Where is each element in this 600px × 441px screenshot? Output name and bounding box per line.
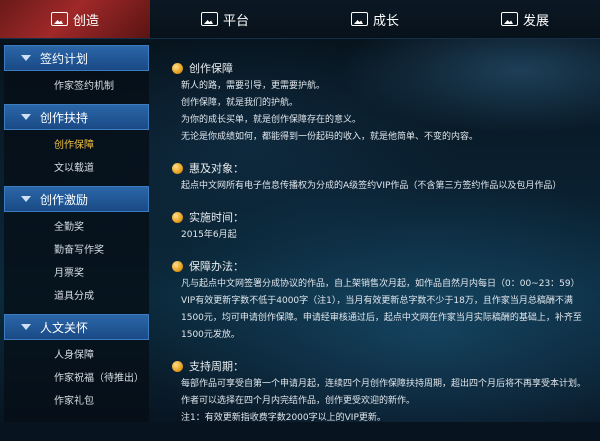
- sidebar-item-monthly-ticket-award[interactable]: 月票奖: [4, 262, 149, 285]
- chevron-down-icon: [21, 55, 31, 61]
- section-body: 起点中文网所有电子信息传播权为分成的A级签约VIP作品（不含第三方签约作品以及包…: [172, 178, 592, 195]
- section-body: 凡与起点中文网签署分成协议的作品，自上架销售次月起，如作品自然月内每日（0：00…: [172, 276, 592, 344]
- section-heading: 保障办法：: [189, 260, 244, 273]
- bullet-icon: [172, 211, 183, 223]
- sidebar-item-attendance-award[interactable]: 全勤奖: [4, 216, 149, 239]
- content-section: 实施时间： 2015年6月起: [172, 209, 592, 244]
- sidebar-section-support[interactable]: 创作扶持: [4, 104, 149, 130]
- sidebar-item-signing-mechanism[interactable]: 作家签约机制: [4, 75, 149, 98]
- bullet-icon: [172, 162, 183, 174]
- sidebar-item-author-blessing[interactable]: 作家祝福（待推出）: [4, 367, 149, 390]
- paragraph: 注1：有效更新指收费字数2000字以上的VIP更新。: [181, 413, 386, 423]
- sidebar-item-creation-guarantee[interactable]: 创作保障: [4, 134, 149, 157]
- nav-tab-label: 平台: [222, 13, 249, 29]
- paragraph: 凡与起点中文网签署分成协议的作品，自上架销售次月起，如作品自然月内每日（0：00…: [181, 279, 582, 340]
- sidebar-section-incentive[interactable]: 创作激励: [4, 186, 149, 212]
- nav-tab-label: 成长: [372, 13, 399, 29]
- content-section: 惠及对象： 起点中文网所有电子信息传播权为分成的A级签约VIP作品（不含第三方签…: [172, 160, 592, 195]
- picture-icon: [200, 12, 218, 26]
- sidebar-item-personal-protection[interactable]: 人身保障: [4, 344, 149, 367]
- section-title: 签约计划: [40, 51, 89, 66]
- main-content: 创作保障 新人的路，需要引导，更需要护航。 创作保障，就是我们的护航。 为你的成…: [172, 60, 592, 441]
- picture-icon: [350, 12, 368, 26]
- nav-tab-growth[interactable]: 成长: [300, 0, 450, 38]
- bullet-icon: [172, 62, 183, 74]
- sidebar-section-signing[interactable]: 签约计划: [4, 45, 149, 71]
- paragraph: 新人的路，需要引导，更需要护航。: [181, 81, 326, 91]
- chevron-down-icon: [21, 196, 31, 202]
- section-heading: 支持周期：: [189, 360, 244, 373]
- nav-tab-create[interactable]: 创造: [0, 0, 150, 38]
- nav-tab-label: 创造: [72, 13, 99, 29]
- nav-tab-label: 发展: [522, 13, 549, 29]
- paragraph: 无论是你成绩如何，都能得到一份起码的收入，就是他简单、不变的内容。: [181, 132, 479, 142]
- content-section: 支持周期： 每部作品可享受自第一个申请月起，连续四个月创作保障扶持周期，超出四个…: [172, 358, 592, 427]
- sidebar-item-prop-share[interactable]: 道具分成: [4, 285, 149, 308]
- section-heading: 惠及对象：: [189, 162, 244, 175]
- sidebar-item-author-gift[interactable]: 作家礼包: [4, 390, 149, 413]
- sidebar-section-care[interactable]: 人文关怀: [4, 314, 149, 340]
- paragraph: 创作保障，就是我们的护航。: [181, 98, 299, 108]
- sidebar: 签约计划 作家签约机制 创作扶持 创作保障 文以载道 创作激励 全勤奖 勤奋写作…: [4, 43, 149, 422]
- paragraph: 为你的成长买单，就是创作保障存在的意义。: [181, 115, 362, 125]
- picture-icon: [500, 12, 518, 26]
- section-title: 创作激励: [40, 192, 89, 207]
- section-title: 人文关怀: [40, 320, 89, 335]
- paragraph: 2015年6月起: [181, 230, 237, 240]
- section-title: 创作扶持: [40, 110, 89, 125]
- bullet-icon: [172, 360, 183, 372]
- section-heading: 创作保障: [189, 62, 233, 75]
- section-body: 新人的路，需要引导，更需要护航。 创作保障，就是我们的护航。 为你的成长买单，就…: [172, 78, 592, 146]
- paragraph: 起点中文网所有电子信息传播权为分成的A级签约VIP作品（不含第三方签约作品以及包…: [181, 181, 562, 191]
- content-section: 创作保障 新人的路，需要引导，更需要护航。 创作保障，就是我们的护航。 为你的成…: [172, 60, 592, 146]
- top-nav: 创造 平台 成长 发展: [0, 0, 600, 39]
- picture-icon: [50, 12, 68, 26]
- sidebar-item-wenyizaidao[interactable]: 文以载道: [4, 157, 149, 180]
- content-section: 保障办法： 凡与起点中文网签署分成协议的作品，自上架销售次月起，如作品自然月内每…: [172, 258, 592, 344]
- section-body: 每部作品可享受自第一个申请月起，连续四个月创作保障扶持周期，超出四个月后将不再享…: [172, 376, 592, 427]
- sidebar-item-diligence-award[interactable]: 勤奋写作奖: [4, 239, 149, 262]
- section-heading: 实施时间：: [189, 211, 244, 224]
- section-body: 2015年6月起: [172, 227, 592, 244]
- bullet-icon: [172, 260, 183, 272]
- chevron-down-icon: [21, 114, 31, 120]
- paragraph: 每部作品可享受自第一个申请月起，连续四个月创作保障扶持周期，超出四个月后将不再享…: [181, 379, 587, 406]
- chevron-down-icon: [21, 324, 31, 330]
- nav-tab-platform[interactable]: 平台: [150, 0, 300, 38]
- nav-tab-development[interactable]: 发展: [450, 0, 600, 38]
